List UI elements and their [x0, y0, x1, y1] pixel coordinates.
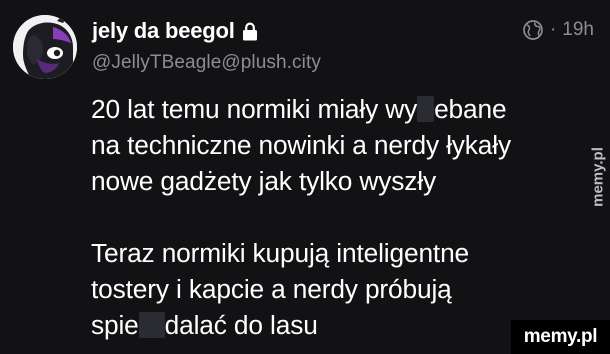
side-watermark: memy.pl	[588, 132, 608, 222]
corner-watermark: memy.pl	[511, 320, 610, 354]
post-time[interactable]: 19h	[562, 19, 594, 41]
author-row: jely da beegol	[92, 17, 258, 45]
post-text: 20 lat temu normiki miały wy ebane na tec…	[91, 91, 596, 343]
post-meta: · 19h	[522, 19, 594, 41]
post-line: nowe gadżety jak tylko wyszły	[91, 166, 436, 196]
post-text-fragment: dalać do lasu	[164, 310, 318, 340]
post-line: tostery i kapcie a nerdy próbują	[91, 274, 452, 304]
censor-box	[138, 312, 165, 338]
post-line: na techniczne nowinki a nerdy łykały	[91, 130, 511, 160]
censor-box	[417, 96, 435, 122]
post-text-fragment: spie	[91, 310, 139, 340]
author-handle[interactable]: @JellyTBeagle@plush.city	[92, 52, 321, 74]
corner-watermark-text: memy.pl	[523, 326, 598, 347]
lock-icon	[242, 21, 257, 40]
post-line: Teraz normiki kupują inteligentne	[91, 238, 470, 268]
side-watermark-text: memy.pl	[589, 147, 607, 207]
beagle-avatar-icon	[13, 15, 77, 79]
author-display-name[interactable]: jely da beegol	[92, 18, 235, 44]
globe-icon	[523, 20, 543, 40]
avatar[interactable]	[13, 15, 77, 79]
post-card: jely da beegol @JellyTBeagle@plush.city …	[0, 0, 610, 354]
post-text-fragment: ebane	[434, 94, 507, 124]
meta-separator: ·	[549, 19, 557, 40]
post-line: 20 lat temu normiki miały wy ebane	[91, 91, 596, 127]
post-text-fragment: 20 lat temu normiki miały wy	[91, 94, 418, 124]
